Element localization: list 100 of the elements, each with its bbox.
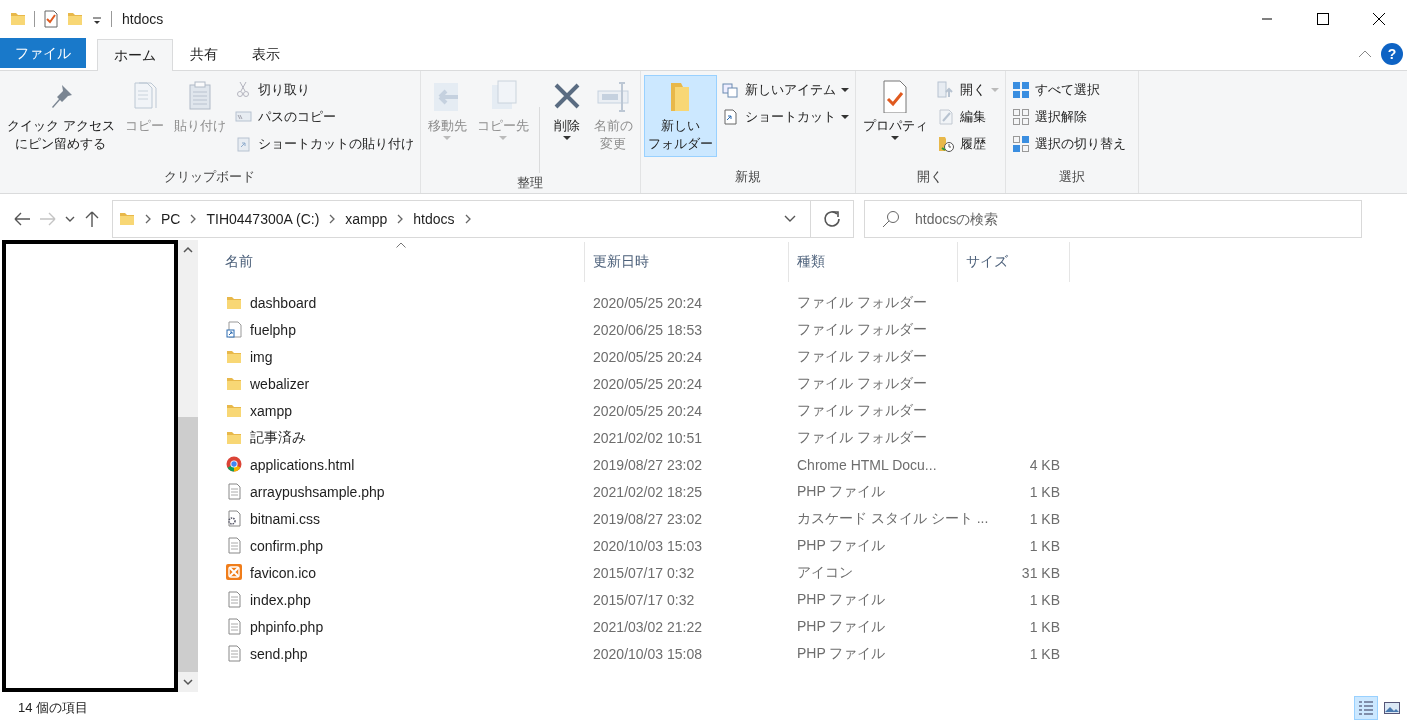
- ribbon-button[interactable]: 選択解除: [1008, 105, 1129, 128]
- file-date: 2020/10/03 15:08: [593, 645, 702, 662]
- dropdown-icon[interactable]: [783, 214, 797, 224]
- ribbon-button[interactable]: 削除: [545, 75, 588, 149]
- ribbon-button[interactable]: クイック アクセス にピン留めする: [3, 75, 119, 157]
- rename-icon: [596, 79, 631, 113]
- file-type: PHP ファイル: [797, 482, 886, 499]
- shortcut-paste-icon: [234, 134, 253, 153]
- grid-icon: [1011, 134, 1030, 153]
- file-name[interactable]: img: [250, 348, 273, 365]
- file-name[interactable]: bitnami.css: [250, 510, 321, 527]
- details-icon: [1357, 698, 1375, 717]
- ribbon-button[interactable]: プロパティ: [858, 75, 932, 149]
- folder-icon: [119, 210, 135, 228]
- properties-icon[interactable]: [43, 10, 59, 28]
- file-type: ファイル フォルダー: [797, 428, 927, 445]
- grid-icon: [1011, 80, 1030, 99]
- file-size: 1 KB: [1029, 618, 1060, 635]
- history-icon: [936, 134, 955, 153]
- file-size: 1 KB: [1029, 510, 1060, 527]
- chevron-icon: [328, 213, 337, 225]
- column-header[interactable]: 更新日時: [585, 242, 789, 282]
- file-date: 2020/05/25 20:24: [593, 375, 702, 392]
- file-size: 31 KB: [1021, 564, 1060, 581]
- file-type: ファイル フォルダー: [797, 293, 927, 310]
- ribbon-tab[interactable]: 共有: [173, 38, 235, 70]
- caret-icon: [443, 135, 452, 141]
- file-type: PHP ファイル: [797, 617, 886, 634]
- file-name[interactable]: 記事済み: [250, 428, 306, 447]
- ribbon-button[interactable]: 選択の切り替え: [1008, 132, 1129, 155]
- file-name[interactable]: send.php: [250, 645, 308, 662]
- file-tab[interactable]: ファイル: [0, 38, 86, 68]
- sort-ascending-icon: [396, 242, 406, 248]
- item-count: 14 個の項目: [18, 698, 90, 717]
- file-type: ファイル フォルダー: [797, 347, 927, 364]
- search-field[interactable]: htdocsの検索: [864, 200, 1362, 238]
- help-button[interactable]: ?: [1381, 43, 1403, 65]
- scrollbar-thumb[interactable]: [178, 417, 198, 672]
- file-name[interactable]: fuelphp: [250, 321, 296, 338]
- file-type: カスケード スタイル シート ...: [797, 509, 989, 526]
- document-icon: [226, 591, 242, 608]
- file-date: 2020/06/25 18:53: [593, 321, 702, 338]
- file-name[interactable]: index.php: [250, 591, 311, 608]
- ribbon-button[interactable]: すべて選択: [1008, 78, 1129, 101]
- caret-icon: [562, 135, 571, 141]
- shortcut-icon: [721, 107, 740, 126]
- file-date: 2019/08/27 23:02: [593, 456, 702, 473]
- file-name[interactable]: phpinfo.php: [250, 618, 324, 635]
- file-type: ファイル フォルダー: [797, 401, 927, 418]
- ribbon-button[interactable]: 新しいアイテム: [718, 78, 852, 101]
- file-date: 2020/05/25 20:24: [593, 402, 702, 419]
- folder-icon: [226, 375, 242, 392]
- file-type: PHP ファイル: [797, 590, 886, 607]
- file-name[interactable]: xampp: [250, 402, 293, 419]
- ribbon-tab[interactable]: ホーム: [97, 39, 173, 71]
- ribbon-button[interactable]: ショートカット: [718, 105, 852, 128]
- chevron-icon: [144, 213, 152, 225]
- file-date: 2015/07/17 0:32: [593, 564, 695, 581]
- caret-icon: [498, 135, 507, 141]
- ribbon-button[interactable]: 新しい フォルダー: [643, 75, 717, 157]
- file-type: ファイル フォルダー: [797, 374, 927, 391]
- file-type: PHP ファイル: [797, 644, 886, 661]
- ribbon-tab[interactable]: 表示: [235, 38, 297, 70]
- column-header[interactable]: 名前: [217, 242, 585, 282]
- file-name[interactable]: dashboard: [250, 294, 317, 311]
- details-view-button[interactable]: [1354, 695, 1378, 720]
- group-label: 選択: [1057, 168, 1086, 186]
- document-icon: [226, 618, 242, 635]
- scrollbar[interactable]: [178, 240, 198, 692]
- address-bar[interactable]: PC TIH0447300A (C:) xampp htdocs: [112, 200, 854, 238]
- file-size: 1 KB: [1029, 483, 1060, 500]
- file-name[interactable]: arraypushsample.php: [250, 483, 385, 500]
- file-name[interactable]: applications.html: [250, 456, 355, 473]
- file-size: 1 KB: [1029, 537, 1060, 554]
- ribbon-button[interactable]: 履歴: [933, 132, 1002, 155]
- refresh-icon[interactable]: [823, 210, 841, 228]
- file-name[interactable]: favicon.ico: [250, 564, 317, 581]
- search-icon: [882, 210, 900, 228]
- file-name[interactable]: webalizer: [250, 375, 310, 392]
- column-header[interactable]: 種類: [789, 242, 958, 282]
- folder-shortcut-icon: [226, 321, 242, 338]
- file-type: ファイル フォルダー: [797, 320, 927, 337]
- file-type: アイコン: [797, 563, 853, 580]
- column-header[interactable]: サイズ: [958, 242, 1070, 282]
- breadcrumb[interactable]: PC: [161, 211, 181, 227]
- breadcrumb[interactable]: TIH0447300A (C:): [206, 211, 320, 227]
- breadcrumb[interactable]: xampp: [345, 211, 388, 227]
- file-size: 1 KB: [1029, 645, 1060, 662]
- file-date: 2020/05/25 20:24: [593, 348, 702, 365]
- file-name[interactable]: confirm.php: [250, 537, 324, 554]
- breadcrumb[interactable]: htdocs: [413, 211, 455, 227]
- app-icon: [226, 564, 242, 581]
- file-date: 2015/07/17 0:32: [593, 591, 695, 608]
- edit-icon: [936, 107, 955, 126]
- caret-icon: [891, 135, 900, 141]
- group-label: クリップボード: [163, 168, 257, 186]
- chevron-icon: [396, 213, 405, 225]
- file-date: 2019/08/27 23:02: [593, 510, 702, 527]
- file-date: 2020/05/25 20:24: [593, 294, 702, 311]
- folder-icon: [226, 429, 242, 446]
